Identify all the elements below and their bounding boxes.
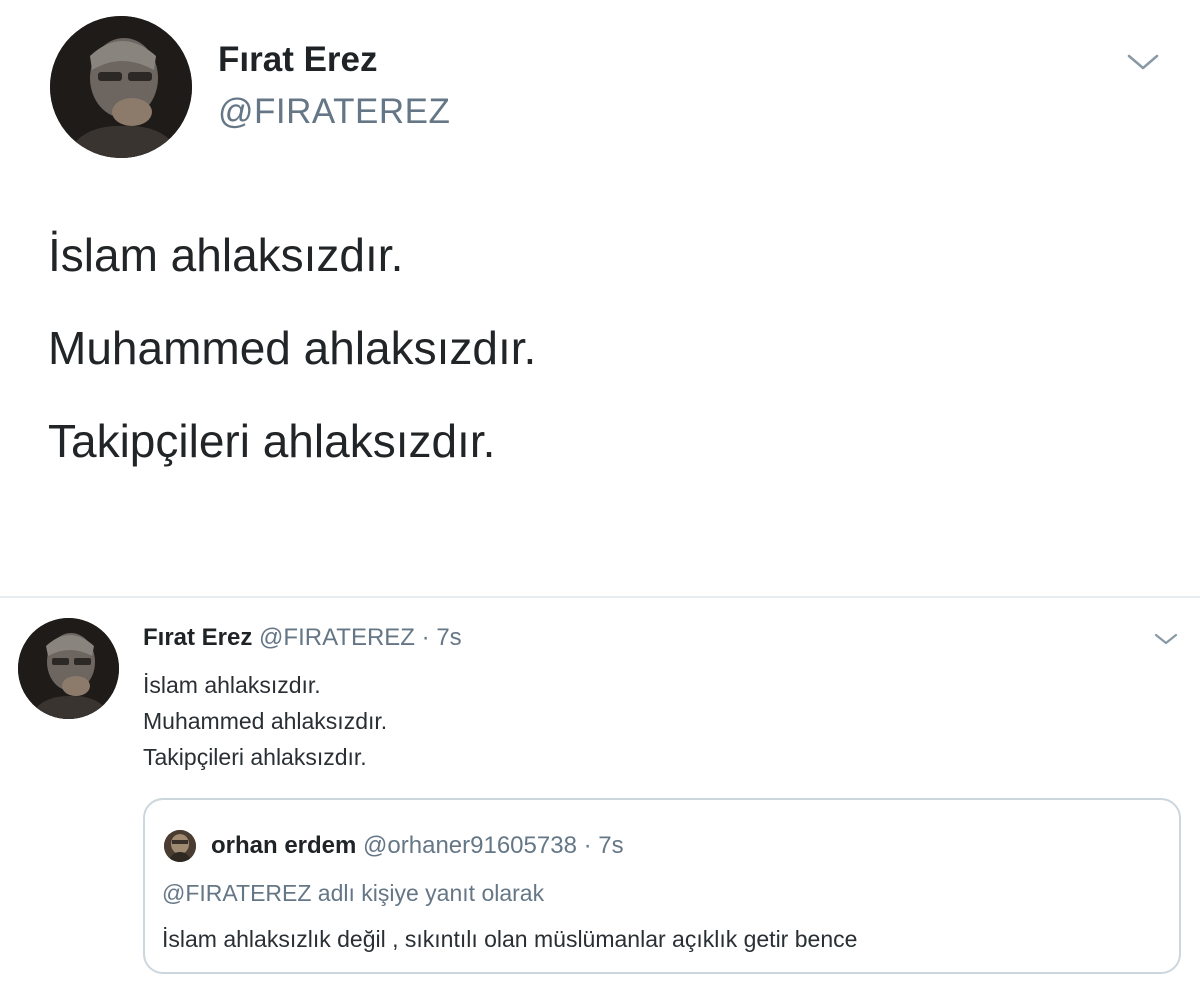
author-name[interactable]: Fırat Erez: [143, 624, 252, 651]
tweet-line: İslam ahlaksızdır.: [143, 672, 321, 698]
tweet-line: Muhammed ahlaksızdır.: [48, 322, 537, 374]
tweet-line: Muhammed ahlaksızdır.: [143, 708, 388, 734]
quoted-author-name[interactable]: orhan erdem: [211, 832, 356, 859]
tweet-text: İslam ahlaksızdır. Muhammed ahlaksızdır.…: [48, 232, 1048, 511]
chevron-down-icon[interactable]: [1126, 52, 1160, 72]
chevron-down-icon[interactable]: [1154, 632, 1178, 646]
author-handle[interactable]: @FIRATEREZ: [259, 624, 415, 651]
author-avatar[interactable]: [50, 16, 192, 158]
meta-separator: ·: [421, 624, 430, 651]
author-avatar[interactable]: [18, 618, 119, 719]
feed-tweet[interactable]: Fırat Erez @FIRATEREZ · 7s İslam ahlaksı…: [0, 598, 1200, 985]
tweet-line: İslam ahlaksızdır.: [48, 229, 404, 281]
quoted-author-avatar[interactable]: [164, 830, 196, 862]
avatar-photo: [50, 16, 192, 158]
reply-context[interactable]: @FIRATEREZ adlı kişiye yanıt olarak: [162, 880, 544, 907]
avatar-photo: [18, 618, 119, 719]
avatar-photo: [164, 830, 196, 862]
meta-separator: ·: [583, 832, 592, 859]
author-name[interactable]: Fırat Erez: [218, 40, 378, 80]
quoted-tweet[interactable]: orhan erdem @orhaner91605738 · 7s @FIRAT…: [143, 798, 1181, 974]
author-handle[interactable]: @FIRATEREZ: [218, 92, 450, 132]
tweet-time[interactable]: 7s: [436, 624, 461, 651]
tweet-text: İslam ahlaksızdır. Muhammed ahlaksızdır.…: [143, 674, 1043, 782]
tweet-line: Takipçileri ahlaksızdır.: [48, 415, 496, 467]
tweet-header: Fırat Erez @FIRATEREZ · 7s: [143, 624, 462, 652]
quoted-tweet-text: İslam ahlaksızlık değil , sıkıntılı olan…: [162, 926, 858, 952]
quoted-author-handle[interactable]: @orhaner91605738: [363, 832, 577, 859]
main-tweet-card: Fırat Erez @FIRATEREZ İslam ahlaksızdır.…: [0, 0, 1200, 590]
quoted-tweet-time[interactable]: 7s: [598, 832, 623, 859]
tweet-line: Takipçileri ahlaksızdır.: [143, 744, 367, 770]
quoted-tweet-header: orhan erdem @orhaner91605738 · 7s: [211, 832, 624, 860]
